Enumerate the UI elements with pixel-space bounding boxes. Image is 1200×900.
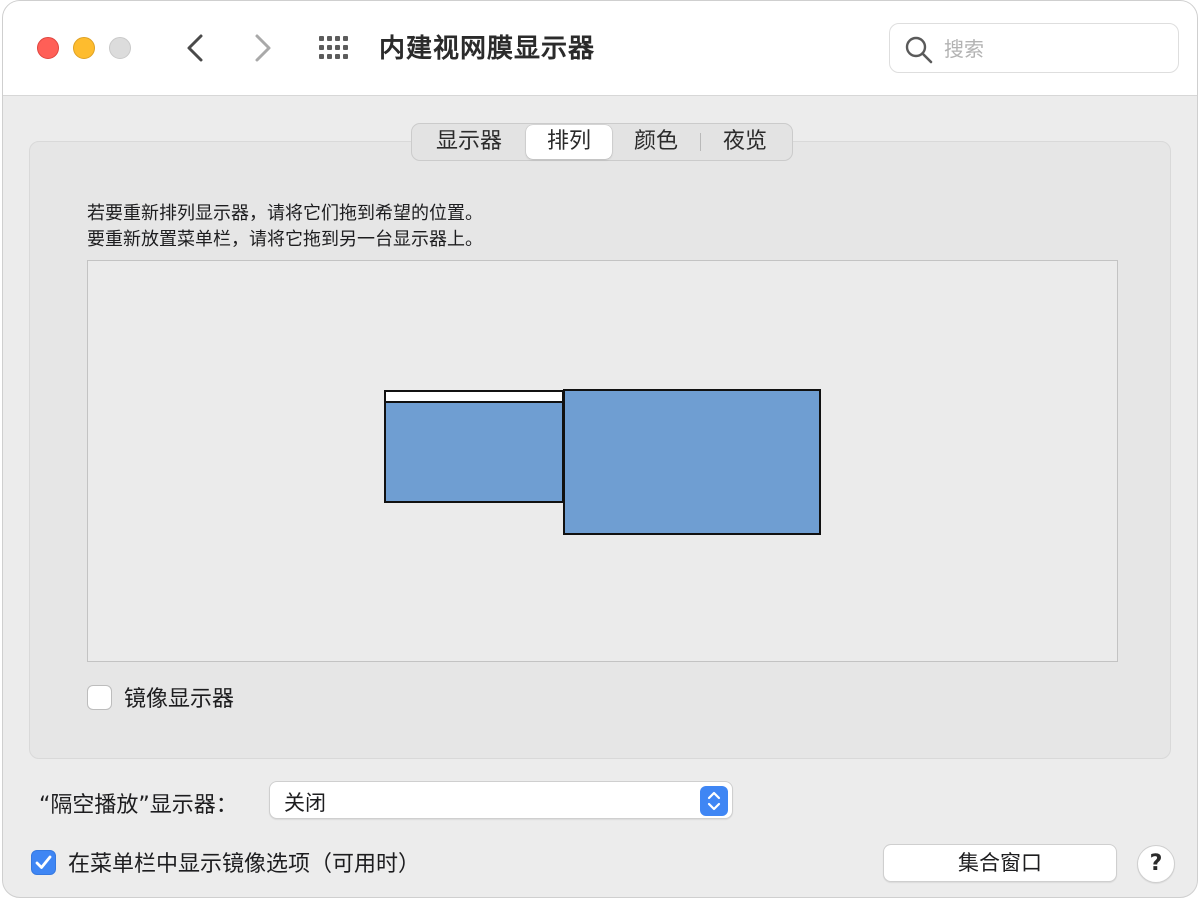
close-window-button[interactable] [37,37,59,59]
gather-windows-button[interactable]: 集合窗口 [883,844,1117,882]
airplay-display-select[interactable]: 关闭 [269,781,733,819]
display-arrangement-area [87,260,1118,662]
back-button[interactable] [181,31,211,65]
show-all-button[interactable] [317,34,353,62]
airplay-display-label: “隔空播放”显示器： [39,793,238,818]
select-stepper[interactable] [700,786,728,816]
mirror-displays-option[interactable]: 镜像显示器 [87,683,235,712]
help-button[interactable]: ? [1137,845,1175,883]
chevron-right-icon [255,34,271,62]
instruction-line: 要重新放置菜单栏，请将它拖到另一台显示器上。 [87,229,483,250]
arrangement-instructions: 若要重新排列显示器，请将它们拖到希望的位置。 要重新放置菜单栏，请将它拖到另一台… [87,201,483,253]
checkmark-icon [35,855,52,869]
preferences-window: 内建视网膜显示器 显示器 排列 颜色 夜览 若要重新排列显示器，请将它们拖到希望… [2,0,1198,898]
show-mirroring-label: 在菜单栏中显示镜像选项（可用时） [68,852,421,877]
search-icon [905,36,933,64]
show-mirroring-checkbox[interactable] [31,849,56,875]
tab-night-shift[interactable]: 夜览 [701,125,789,159]
mirror-displays-checkbox[interactable] [87,684,112,710]
airplay-selected-value: 关闭 [284,791,326,815]
external-display-thumbnail[interactable] [563,389,821,535]
menu-bar-handle[interactable] [386,392,562,403]
mirror-displays-label: 镜像显示器 [124,687,235,712]
forward-button[interactable] [247,31,277,65]
search-field[interactable] [889,23,1179,73]
search-input[interactable] [944,32,1164,66]
tab-arrangement[interactable]: 排列 [526,125,612,159]
zoom-window-button[interactable] [109,37,131,59]
chevron-left-icon [187,34,203,62]
show-mirroring-option[interactable]: 在菜单栏中显示镜像选项（可用时） [31,847,420,877]
tab-displays[interactable]: 显示器 [412,125,526,159]
tab-color[interactable]: 颜色 [612,125,700,159]
up-down-chevron-icon [707,791,721,811]
title-bar: 内建视网膜显示器 [3,1,1197,96]
minimize-window-button[interactable] [73,37,95,59]
window-title: 内建视网膜显示器 [379,34,596,64]
builtin-display-thumbnail[interactable] [384,390,564,503]
tab-bar: 显示器 排列 颜色 夜览 [411,123,793,161]
instruction-line: 若要重新排列显示器，请将它们拖到希望的位置。 [87,203,483,224]
